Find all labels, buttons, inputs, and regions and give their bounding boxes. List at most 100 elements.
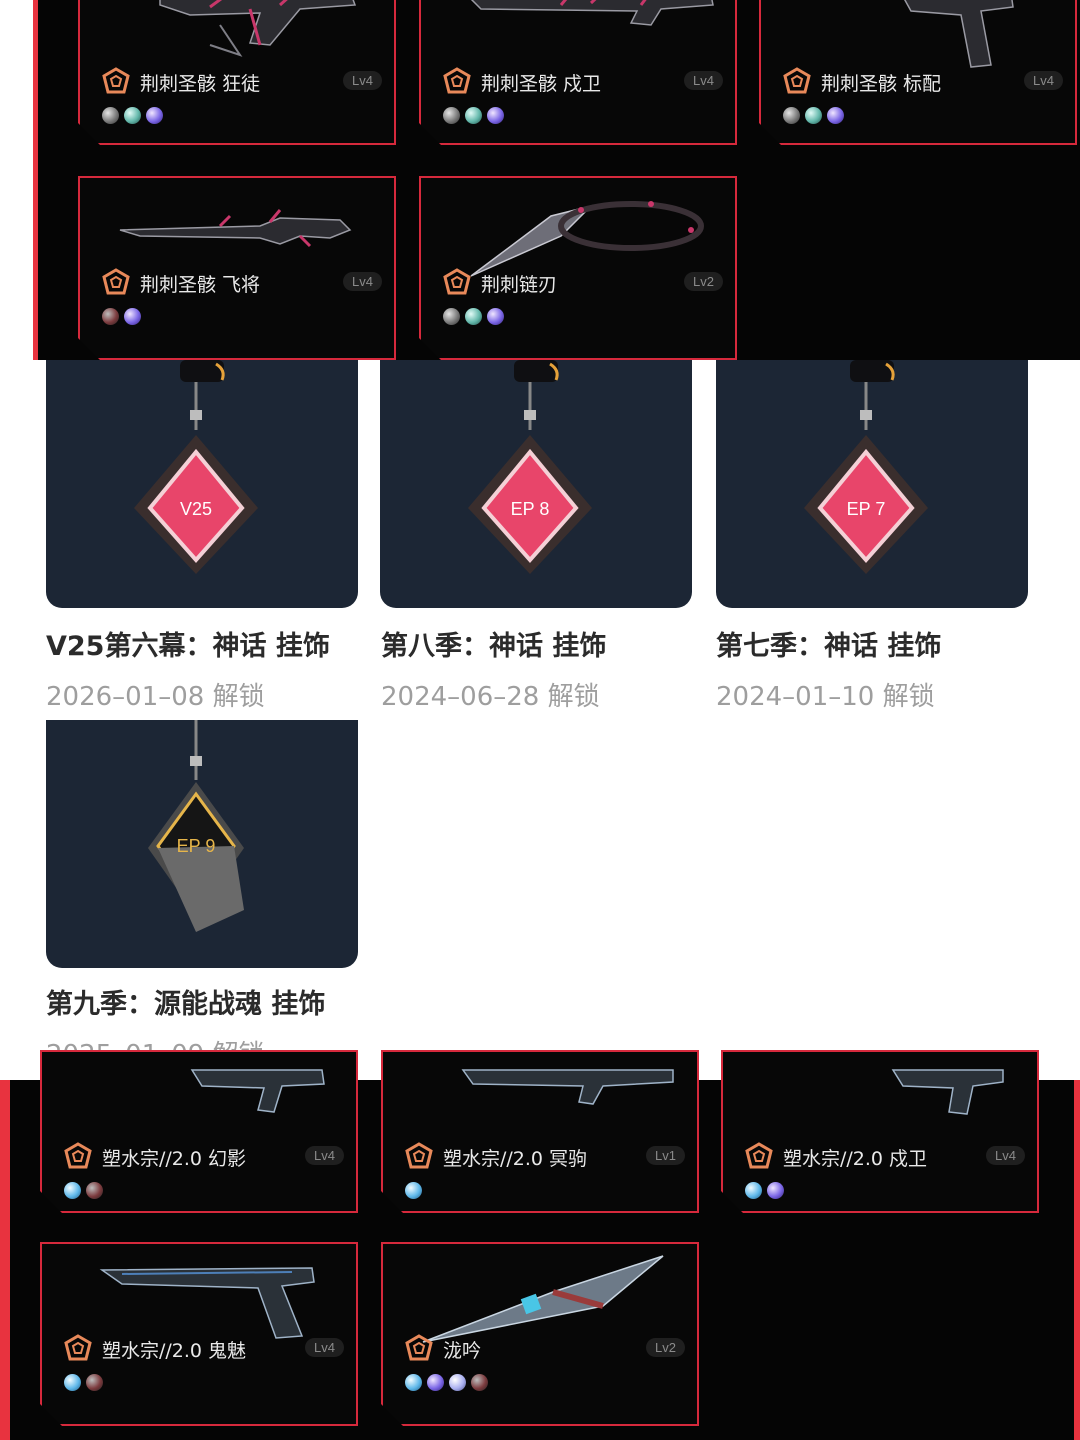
- skin-card[interactable]: 塑水宗//2.0 戍卫 Lv4: [721, 1050, 1039, 1213]
- variant-swatch[interactable]: [827, 107, 844, 124]
- buddy-tile[interactable]: EP 8: [380, 360, 692, 608]
- rank-tier-icon: [443, 67, 471, 95]
- unlock-date: 2024–01–10 解锁: [716, 682, 935, 712]
- level-badge: Lv4: [343, 272, 382, 291]
- weapon-image: [62, 1060, 342, 1152]
- level-badge: Lv4: [305, 1146, 344, 1165]
- unlock-date: 2024–06–28 解锁: [381, 682, 600, 712]
- level-badge: Lv1: [646, 1146, 685, 1165]
- weapon-image: [781, 0, 1061, 77]
- variant-swatch[interactable]: [427, 1374, 444, 1391]
- variant-swatch[interactable]: [405, 1374, 422, 1391]
- skin-card[interactable]: 荆刺圣骸 狂徒 Lv4: [78, 0, 396, 145]
- variant-swatch[interactable]: [124, 308, 141, 325]
- buddy-tile[interactable]: EP 9: [46, 720, 358, 968]
- rank-tier-icon: [405, 1142, 433, 1170]
- variant-swatch[interactable]: [443, 308, 460, 325]
- level-badge: Lv4: [343, 71, 382, 90]
- variant-swatch[interactable]: [64, 1374, 81, 1391]
- variant-swatch[interactable]: [767, 1182, 784, 1199]
- skin-name: 荆刺圣骸 戍卫: [481, 73, 602, 95]
- rank-tier-icon: [443, 268, 471, 296]
- variant-swatches: [443, 107, 504, 124]
- variant-swatches: [783, 107, 844, 124]
- skin-name: 塑水宗//2.0 戍卫: [783, 1148, 928, 1170]
- variant-swatch[interactable]: [124, 107, 141, 124]
- variant-swatches: [64, 1182, 103, 1199]
- variant-swatch[interactable]: [86, 1374, 103, 1391]
- skin-name: 荆刺圣骸 标配: [821, 73, 942, 95]
- rank-tier-icon: [745, 1142, 773, 1170]
- variant-swatch[interactable]: [487, 308, 504, 325]
- level-badge: Lv4: [986, 1146, 1025, 1165]
- variant-swatch[interactable]: [443, 107, 460, 124]
- variant-swatch[interactable]: [146, 107, 163, 124]
- gun-buddy-section: V25 V25第六幕：神话 挂饰 2026–01–08 解锁 EP 8 第八季：…: [0, 360, 1080, 1080]
- weapon-image: [100, 0, 380, 77]
- level-badge: Lv2: [684, 272, 723, 291]
- buddy-image: EP 7: [804, 360, 928, 574]
- variant-swatch[interactable]: [102, 107, 119, 124]
- buddy-image: EP 8: [468, 360, 592, 574]
- buddy-title: 第八季：神话 挂饰: [381, 631, 607, 662]
- level-badge: Lv4: [1024, 71, 1063, 90]
- variant-swatch[interactable]: [805, 107, 822, 124]
- skin-card[interactable]: 泷吟 Lv2: [381, 1242, 699, 1426]
- rank-tier-icon: [102, 67, 130, 95]
- variant-swatches: [745, 1182, 784, 1199]
- weapon-image: [403, 1252, 683, 1344]
- weapon-image: [403, 1060, 683, 1152]
- weapon-skin-panel-bottom: 塑水宗//2.0 幻影 Lv4 塑水宗//2.0 冥驹 Lv1 塑水宗//2.0…: [0, 1080, 1080, 1440]
- weapon-image: [62, 1252, 342, 1344]
- skin-card[interactable]: 塑水宗//2.0 冥驹 Lv1: [381, 1050, 699, 1213]
- skin-name: 荆刺圣骸 飞将: [140, 274, 261, 296]
- variant-swatches: [405, 1182, 422, 1199]
- weapon-skin-panel-top: 荆刺圣骸 狂徒 Lv4 荆刺圣骸 戍卫 Lv4 荆刺圣骸 标配 Lv4 荆刺圣骸…: [33, 0, 1080, 360]
- buddy-emblem: EP 8: [511, 499, 550, 519]
- buddy-tile[interactable]: EP 7: [716, 360, 1028, 608]
- skin-name: 塑水宗//2.0 鬼魅: [102, 1340, 247, 1362]
- skin-card[interactable]: 荆刺圣骸 飞将 Lv4: [78, 176, 396, 360]
- variant-swatch[interactable]: [783, 107, 800, 124]
- skin-card[interactable]: 荆刺圣骸 标配 Lv4: [759, 0, 1077, 145]
- variant-swatch[interactable]: [449, 1374, 466, 1391]
- variant-swatch[interactable]: [102, 308, 119, 325]
- unlock-date: 2026–01–08 解锁: [46, 682, 265, 712]
- skin-card[interactable]: 塑水宗//2.0 鬼魅 Lv4: [40, 1242, 358, 1426]
- variant-swatch[interactable]: [465, 308, 482, 325]
- rank-tier-icon: [102, 268, 130, 296]
- variant-swatch[interactable]: [405, 1182, 422, 1199]
- variant-swatches: [405, 1374, 488, 1391]
- skin-name: 塑水宗//2.0 冥驹: [443, 1148, 588, 1170]
- buddy-image: EP 9: [148, 720, 244, 932]
- skin-name: 荆刺链刃: [481, 274, 558, 296]
- variant-swatch[interactable]: [86, 1182, 103, 1199]
- buddy-emblem: EP 9: [177, 836, 216, 856]
- skin-card[interactable]: 塑水宗//2.0 幻影 Lv4: [40, 1050, 358, 1213]
- buddy-tile[interactable]: V25: [46, 360, 358, 608]
- variant-swatch[interactable]: [465, 107, 482, 124]
- buddy-title: 第七季：神话 挂饰: [716, 631, 942, 662]
- skin-name: 荆刺圣骸 狂徒: [140, 73, 261, 95]
- weapon-image: [100, 186, 380, 278]
- variant-swatch[interactable]: [64, 1182, 81, 1199]
- rank-tier-icon: [64, 1334, 92, 1362]
- weapon-image: [743, 1060, 1023, 1152]
- variant-swatch[interactable]: [471, 1374, 488, 1391]
- rank-tier-icon: [783, 67, 811, 95]
- variant-swatch[interactable]: [745, 1182, 762, 1199]
- variant-swatch[interactable]: [487, 107, 504, 124]
- buddy-emblem: V25: [180, 499, 212, 519]
- weapon-image: [441, 0, 721, 77]
- variant-swatches: [102, 107, 163, 124]
- level-badge: Lv4: [305, 1338, 344, 1357]
- variant-swatches: [443, 308, 504, 325]
- skin-card[interactable]: 荆刺链刃 Lv2: [419, 176, 737, 360]
- buddy-title: V25第六幕：神话 挂饰: [46, 631, 330, 662]
- rank-tier-icon: [64, 1142, 92, 1170]
- skin-card[interactable]: 荆刺圣骸 戍卫 Lv4: [419, 0, 737, 145]
- level-badge: Lv4: [684, 71, 723, 90]
- variant-swatches: [102, 308, 141, 325]
- skin-name: 塑水宗//2.0 幻影: [102, 1148, 247, 1170]
- buddy-title: 第九季：源能战魂 挂饰: [46, 989, 326, 1020]
